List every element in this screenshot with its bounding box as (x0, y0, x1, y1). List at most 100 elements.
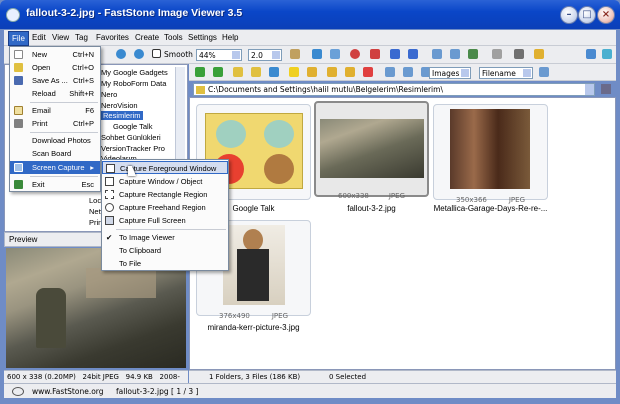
tree-item[interactable]: Sohbet Günlükleri (101, 133, 161, 142)
capture-full-screen[interactable]: Capture Full Screen (102, 214, 228, 227)
tree-item[interactable]: Google Talk (113, 122, 152, 131)
copy-to-icon[interactable] (327, 67, 337, 77)
image-info-status: 600 x 338 (0.20MP) 24bit JPEG 94.9 KB 20… (4, 370, 188, 383)
website-link[interactable]: www.FastStone.org (32, 387, 104, 396)
menu-help[interactable]: Help (222, 33, 238, 42)
mouse-cursor-icon (128, 166, 136, 176)
menu-edit[interactable]: Edit (32, 33, 46, 42)
back-icon[interactable] (195, 67, 205, 77)
crop-icon[interactable] (312, 49, 322, 59)
layout-icon[interactable] (586, 49, 596, 59)
to-image-viewer[interactable]: ✔ To Image Viewer (102, 231, 228, 244)
smooth-checkbox[interactable] (152, 49, 161, 58)
menu-item-reload[interactable]: Reload Shift+R (10, 87, 100, 100)
file-position: fallout-3-2.jpg [ 1 / 3 ] (116, 387, 199, 396)
fullscreen-icon[interactable] (602, 49, 612, 59)
save-icon (14, 76, 23, 85)
menu-favorites[interactable]: Favorites (96, 33, 129, 42)
slideshow-icon[interactable] (468, 49, 478, 59)
thumbnail-fallout[interactable]: 600x338 JPEG (314, 101, 429, 200)
thumbnail-caption: miranda-kerr-picture-3.jpg (207, 323, 300, 332)
tree-item[interactable]: My Google Gadgets (101, 68, 168, 77)
nav-icon[interactable] (269, 67, 279, 77)
tree-item[interactable]: My RoboForm Data (101, 79, 166, 88)
tree-item[interactable]: Nero (101, 90, 117, 99)
rectangle-icon (105, 190, 114, 199)
tree-item[interactable]: VersionTracker Pro (101, 144, 165, 153)
minimize-button[interactable]: – (560, 6, 578, 24)
sort-select[interactable]: Filename (479, 67, 533, 79)
menu-item-print[interactable]: Print Ctrl+P (10, 117, 100, 130)
menu-tag[interactable]: Tag (75, 33, 88, 42)
sort-order-icon[interactable] (539, 67, 549, 77)
forward-icon[interactable] (213, 67, 223, 77)
compare-icon[interactable] (450, 49, 460, 59)
rotate-right-icon[interactable] (408, 49, 418, 59)
menu-item-screen-capture[interactable]: Screen Capture ▸ (10, 161, 100, 174)
menu-view[interactable]: View (52, 33, 69, 42)
menu-settings[interactable]: Settings (188, 33, 217, 42)
capture-icon (14, 163, 23, 172)
folder-up-icon[interactable] (233, 67, 243, 77)
wallpaper-icon[interactable] (534, 49, 544, 59)
refresh-icon[interactable] (251, 67, 261, 77)
path-dropdown-icon[interactable] (585, 84, 594, 95)
view-thumbs-icon[interactable] (385, 67, 395, 77)
screen-capture-submenu: Capture Foreground Window Capture Window… (101, 159, 229, 271)
new-folder-icon[interactable] (307, 67, 317, 77)
smooth-label: Smooth (164, 50, 193, 59)
delete-image-icon[interactable] (370, 49, 380, 59)
menu-bar: File Edit View Tag Favorites Create Tool… (4, 30, 616, 46)
close-button[interactable]: × (597, 6, 615, 24)
print-icon (14, 119, 23, 128)
thumbnail-area[interactable]: Google Talk 600x338 JPEG fallout-3-2.jpg … (189, 97, 616, 370)
tree-item[interactable]: NeroVision (101, 101, 138, 110)
settings-icon[interactable] (12, 387, 24, 396)
move-to-icon[interactable] (345, 67, 355, 77)
window-icon (106, 164, 115, 173)
app-icon[interactable] (6, 8, 20, 22)
zoom-in-icon[interactable] (116, 49, 126, 59)
red-eye-icon[interactable] (350, 49, 360, 59)
to-file[interactable]: To File (102, 257, 228, 270)
view-details-icon[interactable] (403, 67, 413, 77)
menu-item-exit[interactable]: Exit Esc (10, 178, 100, 191)
thumbnail-metallica[interactable]: 350x366 JPEG (433, 104, 548, 204)
zoom-out-icon[interactable] (134, 49, 144, 59)
maximize-button[interactable]: □ (578, 6, 596, 24)
filter-select[interactable]: Images (429, 67, 471, 79)
menu-item-download-photos[interactable]: Download Photos (10, 134, 100, 147)
grid-icon[interactable] (432, 49, 442, 59)
path-bar: C:\Documents and Settings\halil mutlu\Be… (189, 82, 616, 97)
resize-icon[interactable] (330, 49, 340, 59)
capture-foreground-window[interactable]: Capture Foreground Window (102, 161, 228, 174)
hand-icon[interactable] (290, 49, 300, 59)
email-toolbar-icon[interactable] (492, 49, 502, 59)
to-clipboard[interactable]: To Clipboard (102, 244, 228, 257)
menu-item-open[interactable]: Open Ctrl+O (10, 61, 100, 74)
tools-icon[interactable] (601, 84, 611, 94)
submenu-arrow-icon: ▸ (90, 163, 94, 172)
print-toolbar-icon[interactable] (514, 49, 524, 59)
zoom-select[interactable]: 44% (196, 49, 242, 61)
menu-item-scan-board[interactable]: Scan Board (10, 147, 100, 160)
ratio-select[interactable]: 2.0 (248, 49, 282, 61)
freehand-icon (105, 203, 114, 212)
tree-item-selected[interactable]: Resimlerim (101, 111, 143, 120)
menu-create[interactable]: Create (135, 33, 159, 42)
menu-item-email[interactable]: Email F6 (10, 104, 100, 117)
capture-freehand-region[interactable]: Capture Freehand Region (102, 201, 228, 214)
check-icon: ✔ (106, 233, 113, 242)
menu-tools[interactable]: Tools (164, 33, 183, 42)
path-input[interactable]: C:\Documents and Settings\halil mutlu\Be… (193, 83, 595, 96)
thumbnail-caption: Metallica-Garage-Days-Re-re-... (433, 204, 548, 213)
capture-rectangle-region[interactable]: Capture Rectangle Region (102, 188, 228, 201)
menu-item-save-as[interactable]: Save As ... Ctrl+S (10, 74, 100, 87)
favorite-star-icon[interactable] (289, 67, 299, 77)
rotate-left-icon[interactable] (390, 49, 400, 59)
capture-window-object[interactable]: Capture Window / Object (102, 175, 228, 188)
menu-item-new[interactable]: New Ctrl+N (10, 48, 100, 61)
delete-icon[interactable] (363, 67, 373, 77)
menu-file[interactable]: File (8, 31, 29, 46)
thumbnail-caption: fallout-3-2.jpg (347, 204, 396, 213)
